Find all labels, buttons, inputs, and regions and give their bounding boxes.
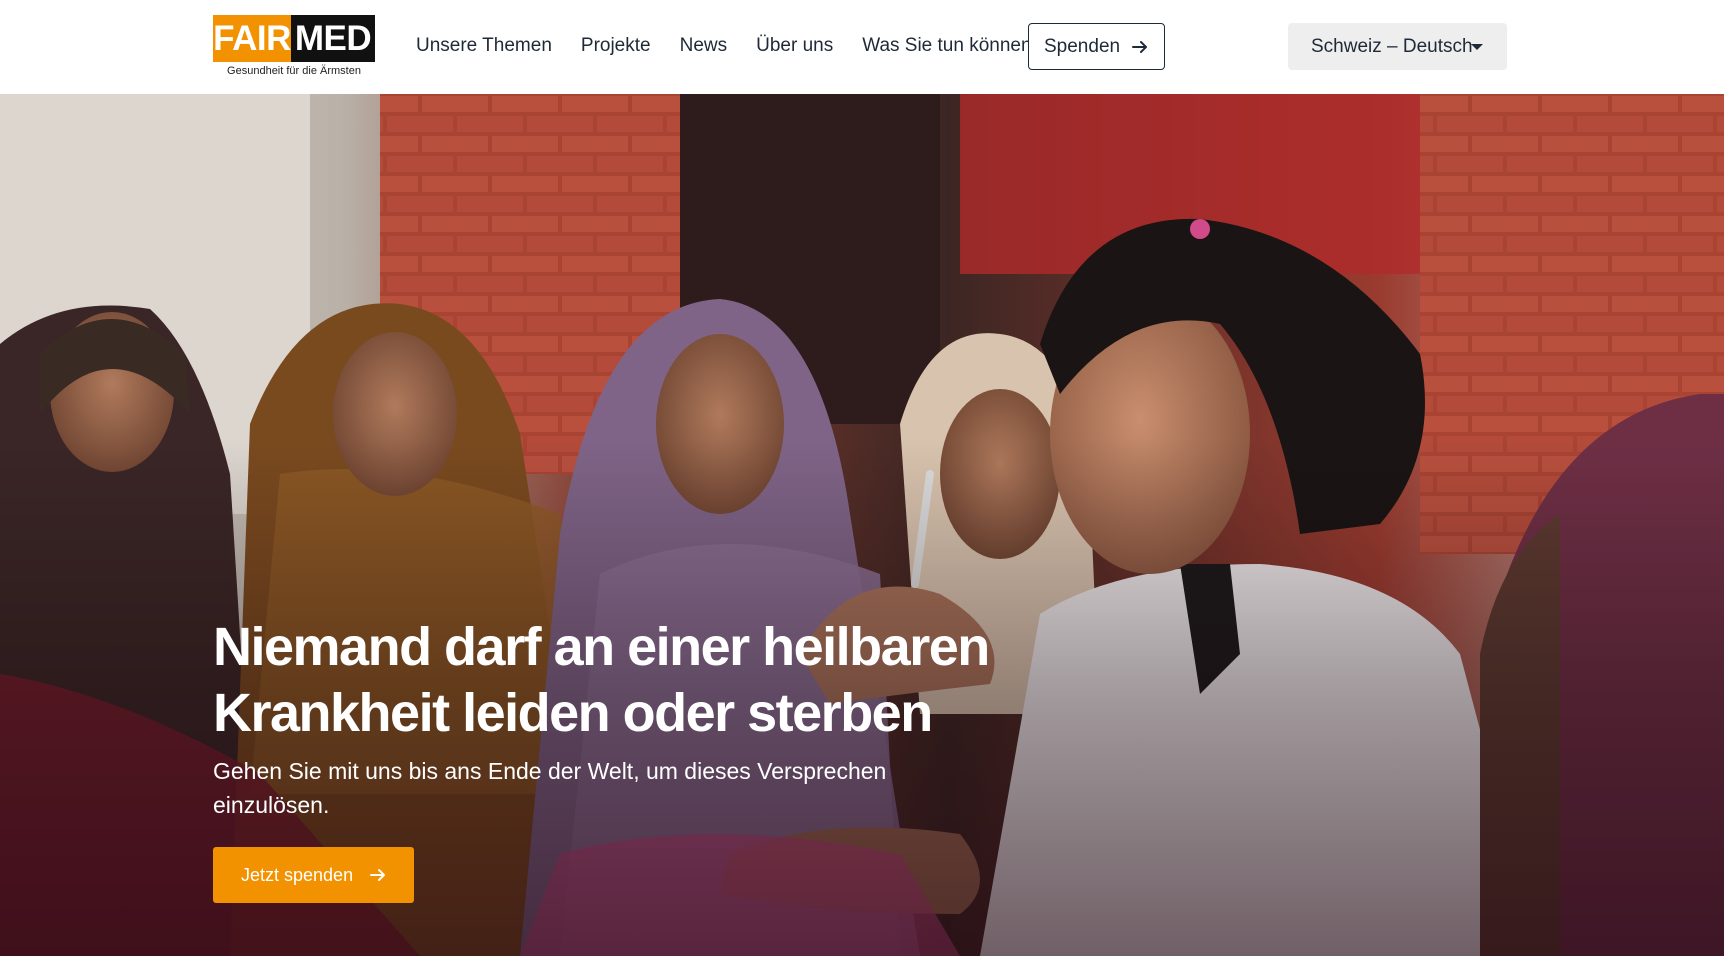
cta-label: Jetzt spenden: [241, 864, 354, 885]
caret-down-icon: [1471, 44, 1483, 50]
nav-item-was-sie-tun-koennen[interactable]: Was Sie tun können: [862, 35, 1031, 57]
language-selector[interactable]: Schweiz – Deutsch: [1288, 23, 1507, 70]
fairmed-logo[interactable]: FAIR MED Gesundheit für die Ärmsten: [213, 15, 375, 78]
hero-title: Niemand darf an einer heilbaren Krankhei…: [213, 614, 1033, 746]
hero-title-line1: Niemand darf an einer heilbaren: [213, 617, 990, 677]
nav-item-ueber-uns[interactable]: Über uns: [756, 35, 833, 57]
donate-button[interactable]: Spenden: [1028, 23, 1165, 70]
donate-button-label: Spenden: [1044, 35, 1121, 57]
nav-item-projekte[interactable]: Projekte: [581, 35, 651, 57]
hero-subtitle: Gehen Sie mit uns bis ans Ende der Welt,…: [213, 758, 887, 818]
nav-item-unsere-themen[interactable]: Unsere Themen: [416, 35, 552, 57]
hero-section: Niemand darf an einer heilbaren Krankhei…: [0, 94, 1724, 956]
hero-title-line2: Krankheit leiden oder sterben: [213, 683, 933, 743]
logo-mark: FAIR MED: [213, 15, 375, 62]
language-selector-label: Schweiz – Deutsch: [1311, 35, 1473, 57]
hero-overlay: [0, 94, 1724, 956]
nav-item-news[interactable]: News: [680, 35, 728, 57]
arrow-right-icon: [1132, 41, 1147, 53]
main-nav: Unsere Themen Projekte News Über uns Was…: [416, 0, 1032, 92]
arrow-right-icon: [370, 869, 385, 881]
logo-fair: FAIR: [213, 15, 291, 62]
logo-med: MED: [291, 15, 375, 62]
jetzt-spenden-button[interactable]: Jetzt spenden: [213, 847, 414, 903]
site-header: FAIR MED Gesundheit für die Ärmsten Unse…: [0, 0, 1724, 94]
logo-tagline: Gesundheit für die Ärmsten: [227, 65, 361, 77]
